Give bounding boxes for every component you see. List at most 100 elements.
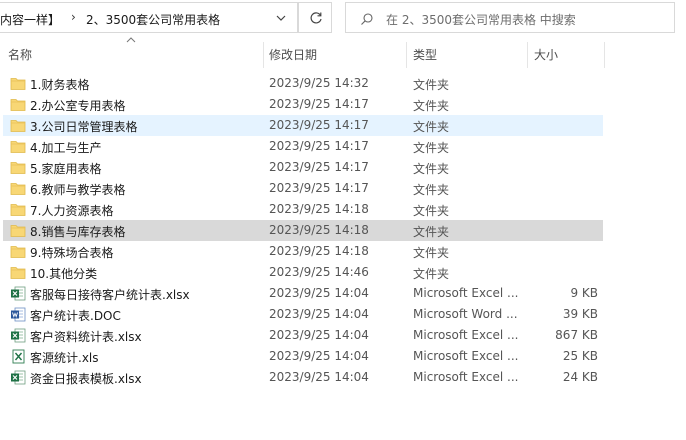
file-type: Microsoft Excel ... — [413, 370, 519, 384]
file-row[interactable]: 客户统计表.DOC 2023/9/25 14:04 Microsoft Word .… — [0, 304, 686, 325]
file-size: 9 KB — [570, 286, 598, 300]
file-row[interactable]: 4.加工与生产 2023/9/25 14:17 文件夹 — [0, 136, 686, 157]
file-row[interactable]: 客源统计.xls 2023/9/25 14:04 Microsoft Excel .… — [0, 346, 686, 367]
file-name[interactable]: 资金日报表模板.xlsx — [30, 370, 142, 387]
file-date: 2023/9/25 14:17 — [269, 118, 369, 132]
file-type: 文件夹 — [413, 162, 450, 176]
file-date: 2023/9/25 14:18 — [269, 244, 369, 258]
folder-icon — [10, 223, 26, 238]
breadcrumb-parent[interactable]: 内容一样】 — [0, 11, 60, 28]
folder-icon — [10, 76, 26, 91]
file-row[interactable]: 9.特殊场合表格 2023/9/25 14:18 文件夹 — [0, 241, 686, 262]
file-row[interactable]: 7.人力资源表格 2023/9/25 14:18 文件夹 — [0, 199, 686, 220]
search-icon — [361, 13, 373, 25]
word-file-icon — [10, 307, 26, 322]
file-name[interactable]: 3.公司日常管理表格 — [30, 118, 137, 135]
file-row[interactable]: 8.销售与库存表格 2023/9/25 14:18 文件夹 — [0, 220, 686, 241]
file-date: 2023/9/25 14:32 — [269, 76, 369, 90]
excel-legacy-file-icon — [10, 349, 26, 364]
file-type: 文件夹 — [413, 246, 450, 260]
column-name[interactable]: 名称 — [8, 46, 32, 63]
column-divider[interactable] — [263, 42, 264, 68]
folder-icon — [10, 139, 26, 154]
file-date: 2023/9/25 14:17 — [269, 160, 369, 174]
file-date: 2023/9/25 14:04 — [269, 286, 369, 300]
toolbar: 内容一样】 › 2、3500套公司常用表格 在 2、3500套公司常用表格 中搜… — [0, 0, 686, 38]
file-type: 文件夹 — [413, 204, 450, 218]
file-name[interactable]: 10.其他分类 — [30, 265, 97, 282]
folder-icon — [10, 181, 26, 196]
file-name[interactable]: 8.销售与库存表格 — [30, 223, 125, 240]
file-row[interactable]: 客户资料统计表.xlsx 2023/9/25 14:04 Microsoft Exc… — [0, 325, 686, 346]
file-row[interactable]: 5.家庭用表格 2023/9/25 14:17 文件夹 — [0, 157, 686, 178]
file-name[interactable]: 5.家庭用表格 — [30, 160, 101, 177]
column-divider[interactable] — [527, 42, 528, 68]
file-list: 1.财务表格 2023/9/25 14:32 文件夹 2.办公室专用表格 2023/9/… — [0, 73, 686, 388]
file-date: 2023/9/25 14:46 — [269, 265, 369, 279]
address-bar[interactable]: 内容一样】 › 2、3500套公司常用表格 — [0, 2, 298, 33]
folder-icon — [10, 160, 26, 175]
file-type: 文件夹 — [413, 267, 450, 281]
column-divider[interactable] — [604, 42, 605, 68]
file-name[interactable]: 4.加工与生产 — [30, 139, 101, 156]
file-row[interactable]: 客服每日接待客户统计表.xlsx 2023/9/25 14:04 Microsoft… — [0, 283, 686, 304]
file-type: 文件夹 — [413, 120, 450, 134]
file-name[interactable]: 7.人力资源表格 — [30, 202, 113, 219]
file-row[interactable]: 资金日报表模板.xlsx 2023/9/25 14:04 Microsoft Exc… — [0, 367, 686, 388]
file-name[interactable]: 9.特殊场合表格 — [30, 244, 113, 261]
file-name[interactable]: 客源统计.xls — [30, 349, 99, 366]
file-size: 39 KB — [562, 307, 598, 321]
file-date: 2023/9/25 14:17 — [269, 97, 369, 111]
file-type: Microsoft Excel ... — [413, 286, 519, 300]
file-date: 2023/9/25 14:17 — [269, 181, 369, 195]
file-name[interactable]: 客户统计表.DOC — [30, 307, 121, 324]
breadcrumb-separator-icon[interactable]: › — [71, 10, 76, 24]
column-header: 名称 修改日期 类型 大小 — [0, 38, 686, 70]
file-type: 文件夹 — [413, 225, 450, 239]
folder-icon — [10, 97, 26, 112]
file-type: Microsoft Excel ... — [413, 349, 519, 363]
file-type: 文件夹 — [413, 99, 450, 113]
folder-icon — [10, 202, 26, 217]
file-row[interactable]: 1.财务表格 2023/9/25 14:32 文件夹 — [0, 73, 686, 94]
folder-icon — [10, 118, 26, 133]
search-box[interactable]: 在 2、3500套公司常用表格 中搜索 — [345, 2, 675, 33]
file-date: 2023/9/25 14:04 — [269, 328, 369, 342]
column-divider[interactable] — [406, 42, 407, 68]
refresh-button[interactable] — [298, 2, 332, 33]
file-size: 24 KB — [562, 370, 598, 384]
file-row[interactable]: 10.其他分类 2023/9/25 14:46 文件夹 — [0, 262, 686, 283]
file-date: 2023/9/25 14:18 — [269, 202, 369, 216]
breadcrumb-current[interactable]: 2、3500套公司常用表格 — [86, 11, 220, 28]
file-name[interactable]: 客服每日接待客户统计表.xlsx — [30, 286, 190, 303]
file-date: 2023/9/25 14:04 — [269, 370, 369, 384]
file-date: 2023/9/25 14:04 — [269, 349, 369, 363]
folder-icon — [10, 244, 26, 259]
search-placeholder: 在 2、3500套公司常用表格 中搜索 — [386, 13, 576, 27]
column-date[interactable]: 修改日期 — [269, 46, 317, 63]
file-name[interactable]: 客户资料统计表.xlsx — [30, 328, 142, 345]
file-type: 文件夹 — [413, 183, 450, 197]
file-type: Microsoft Word ... — [413, 307, 518, 321]
file-type: 文件夹 — [413, 141, 450, 155]
folder-icon — [10, 265, 26, 280]
column-size[interactable]: 大小 — [534, 46, 558, 63]
file-row[interactable]: 2.办公室专用表格 2023/9/25 14:17 文件夹 — [0, 94, 686, 115]
file-row[interactable]: 3.公司日常管理表格 2023/9/25 14:17 文件夹 — [0, 115, 686, 136]
chevron-down-icon[interactable] — [272, 8, 290, 28]
excel-file-icon — [10, 328, 26, 343]
file-name[interactable]: 1.财务表格 — [30, 76, 89, 93]
file-date: 2023/9/25 14:04 — [269, 307, 369, 321]
file-date: 2023/9/25 14:17 — [269, 139, 369, 153]
file-type: Microsoft Excel ... — [413, 328, 519, 342]
excel-file-icon — [10, 286, 26, 301]
file-size: 867 KB — [555, 328, 598, 342]
file-row[interactable]: 6.教师与教学表格 2023/9/25 14:17 文件夹 — [0, 178, 686, 199]
file-type: 文件夹 — [413, 78, 450, 92]
excel-file-icon — [10, 370, 26, 385]
file-size: 25 KB — [562, 349, 598, 363]
column-type[interactable]: 类型 — [413, 46, 437, 63]
file-name[interactable]: 2.办公室专用表格 — [30, 97, 125, 114]
file-date: 2023/9/25 14:18 — [269, 223, 369, 237]
file-name[interactable]: 6.教师与教学表格 — [30, 181, 125, 198]
